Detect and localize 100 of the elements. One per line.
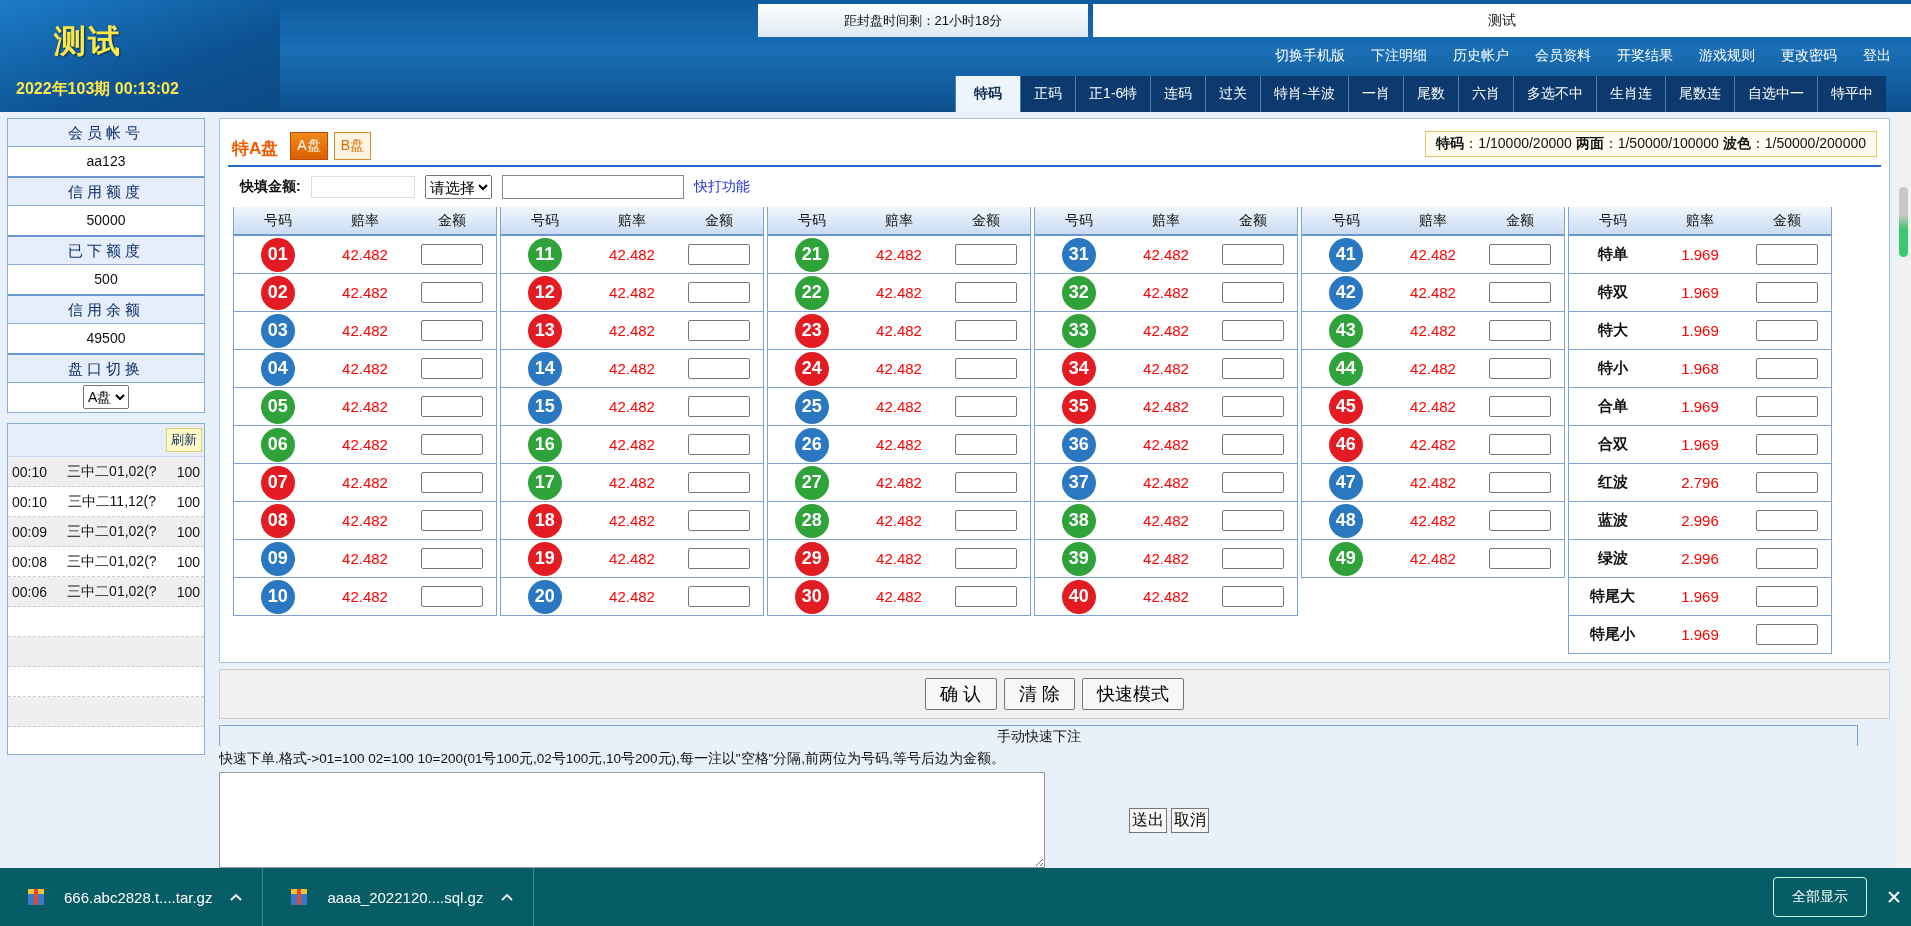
amount-field[interactable]: [421, 586, 484, 607]
amount-field[interactable]: [1756, 320, 1819, 341]
amount-field[interactable]: [421, 396, 484, 417]
amount-field[interactable]: [1222, 586, 1285, 607]
amount-field[interactable]: [1756, 396, 1819, 417]
amount-field[interactable]: [688, 244, 751, 265]
amount-field[interactable]: [1756, 358, 1819, 379]
game-tab[interactable]: 多选不中: [1513, 76, 1596, 112]
amount-field[interactable]: [955, 320, 1018, 341]
header-link[interactable]: 历史帐户: [1453, 47, 1509, 76]
amount-field[interactable]: [421, 282, 484, 303]
show-all-button[interactable]: 全部显示: [1773, 877, 1867, 917]
amount-field[interactable]: [1489, 358, 1552, 379]
amount-field[interactable]: [421, 510, 484, 531]
amount-field[interactable]: [1756, 624, 1819, 645]
scrollbar-thumb[interactable]: [1899, 187, 1908, 257]
amount-field[interactable]: [688, 320, 751, 341]
game-tab[interactable]: 生肖连: [1596, 76, 1665, 112]
amount-field[interactable]: [1222, 472, 1285, 493]
amount-field[interactable]: [1222, 434, 1285, 455]
amount-field[interactable]: [1222, 396, 1285, 417]
manual-button[interactable]: 取消: [1171, 807, 1209, 833]
bet-text-area[interactable]: [219, 772, 1045, 868]
amount-field[interactable]: [1489, 396, 1552, 417]
download-name[interactable]: aaaa_2022120....sql.gz: [327, 888, 484, 906]
action-button[interactable]: 清 除: [1003, 678, 1075, 710]
amount-field[interactable]: [1489, 282, 1552, 303]
amount-field[interactable]: [955, 282, 1018, 303]
amount-field[interactable]: [1222, 358, 1285, 379]
header-link[interactable]: 登出: [1863, 47, 1891, 76]
game-tab[interactable]: 正码: [1020, 76, 1076, 112]
game-tab[interactable]: 尾数: [1403, 76, 1458, 112]
action-button[interactable]: 快速模式: [1081, 678, 1184, 710]
amount-field[interactable]: [1756, 282, 1819, 303]
amount-field[interactable]: [1489, 510, 1552, 531]
amount-field[interactable]: [955, 586, 1018, 607]
amount-field[interactable]: [421, 472, 484, 493]
header-link[interactable]: 下注明细: [1371, 47, 1427, 76]
game-tab[interactable]: 自选中一: [1734, 76, 1817, 112]
caret-icon[interactable]: [501, 893, 514, 901]
header-link[interactable]: 开奖结果: [1617, 47, 1673, 76]
amount-field[interactable]: [1756, 244, 1819, 265]
header-link[interactable]: 更改密码: [1781, 47, 1837, 76]
amount-field[interactable]: [688, 434, 751, 455]
amount-field[interactable]: [421, 358, 484, 379]
amount-field[interactable]: [1756, 434, 1819, 455]
amount-field[interactable]: [688, 586, 751, 607]
manual-button[interactable]: 送出: [1129, 807, 1167, 833]
game-tab[interactable]: 尾数连: [1665, 76, 1734, 112]
amount-field[interactable]: [1756, 472, 1819, 493]
amount-field[interactable]: [688, 358, 751, 379]
amount-field[interactable]: [421, 244, 484, 265]
game-tab[interactable]: 正1-6特: [1075, 76, 1151, 112]
amount-field[interactable]: [1489, 472, 1552, 493]
amount-field[interactable]: [955, 358, 1018, 379]
amount-field[interactable]: [955, 472, 1018, 493]
amount-field[interactable]: [421, 548, 484, 569]
header-link[interactable]: 会员资料: [1535, 47, 1591, 76]
amount-field[interactable]: [1222, 244, 1285, 265]
amount-field[interactable]: [1222, 282, 1285, 303]
amount-field[interactable]: [955, 244, 1018, 265]
amount-field[interactable]: [1489, 548, 1552, 569]
close-icon[interactable]: [1887, 890, 1901, 904]
caret-icon[interactable]: [230, 893, 243, 901]
amount-field[interactable]: [1489, 434, 1552, 455]
amount-field[interactable]: [1489, 244, 1552, 265]
quick-amount-field[interactable]: [310, 176, 415, 198]
amount-field[interactable]: [688, 396, 751, 417]
header-link[interactable]: 游戏规则: [1699, 47, 1755, 76]
amount-field[interactable]: [421, 320, 484, 341]
amount-field[interactable]: [1222, 548, 1285, 569]
amount-field[interactable]: [1756, 510, 1819, 531]
amount-field[interactable]: [1489, 320, 1552, 341]
amount-field[interactable]: [688, 472, 751, 493]
amount-field[interactable]: [1222, 510, 1285, 531]
amount-field[interactable]: [1756, 586, 1819, 607]
game-tab[interactable]: 连码: [1150, 76, 1206, 112]
game-tab[interactable]: 一肖: [1348, 76, 1403, 112]
header-link[interactable]: 切换手机版: [1275, 47, 1345, 76]
refresh-button[interactable]: 刷新: [166, 428, 202, 452]
game-tab[interactable]: 特肖-半波: [1260, 76, 1348, 112]
scrollbar[interactable]: [1896, 112, 1911, 868]
quick-bet-link[interactable]: 快打功能: [693, 178, 750, 196]
game-tab[interactable]: 过关: [1205, 76, 1261, 112]
game-tab[interactable]: 六肖: [1458, 76, 1513, 112]
amount-field[interactable]: [955, 548, 1018, 569]
amount-field[interactable]: [1756, 548, 1819, 569]
game-tab[interactable]: 特码: [955, 76, 1021, 112]
action-button[interactable]: 确 认: [925, 678, 997, 710]
amount-field[interactable]: [955, 510, 1018, 531]
amount-field[interactable]: [955, 396, 1018, 417]
amount-field[interactable]: [955, 434, 1018, 455]
quick-select[interactable]: 请选择: [424, 175, 492, 199]
download-name[interactable]: 666.abc2828.t....tar.gz: [64, 888, 213, 906]
plate-select[interactable]: A盘: [83, 385, 129, 409]
amount-field[interactable]: [688, 282, 751, 303]
quick-input-field[interactable]: [501, 175, 684, 199]
amount-field[interactable]: [688, 510, 751, 531]
amount-field[interactable]: [688, 548, 751, 569]
amount-field[interactable]: [1222, 320, 1285, 341]
